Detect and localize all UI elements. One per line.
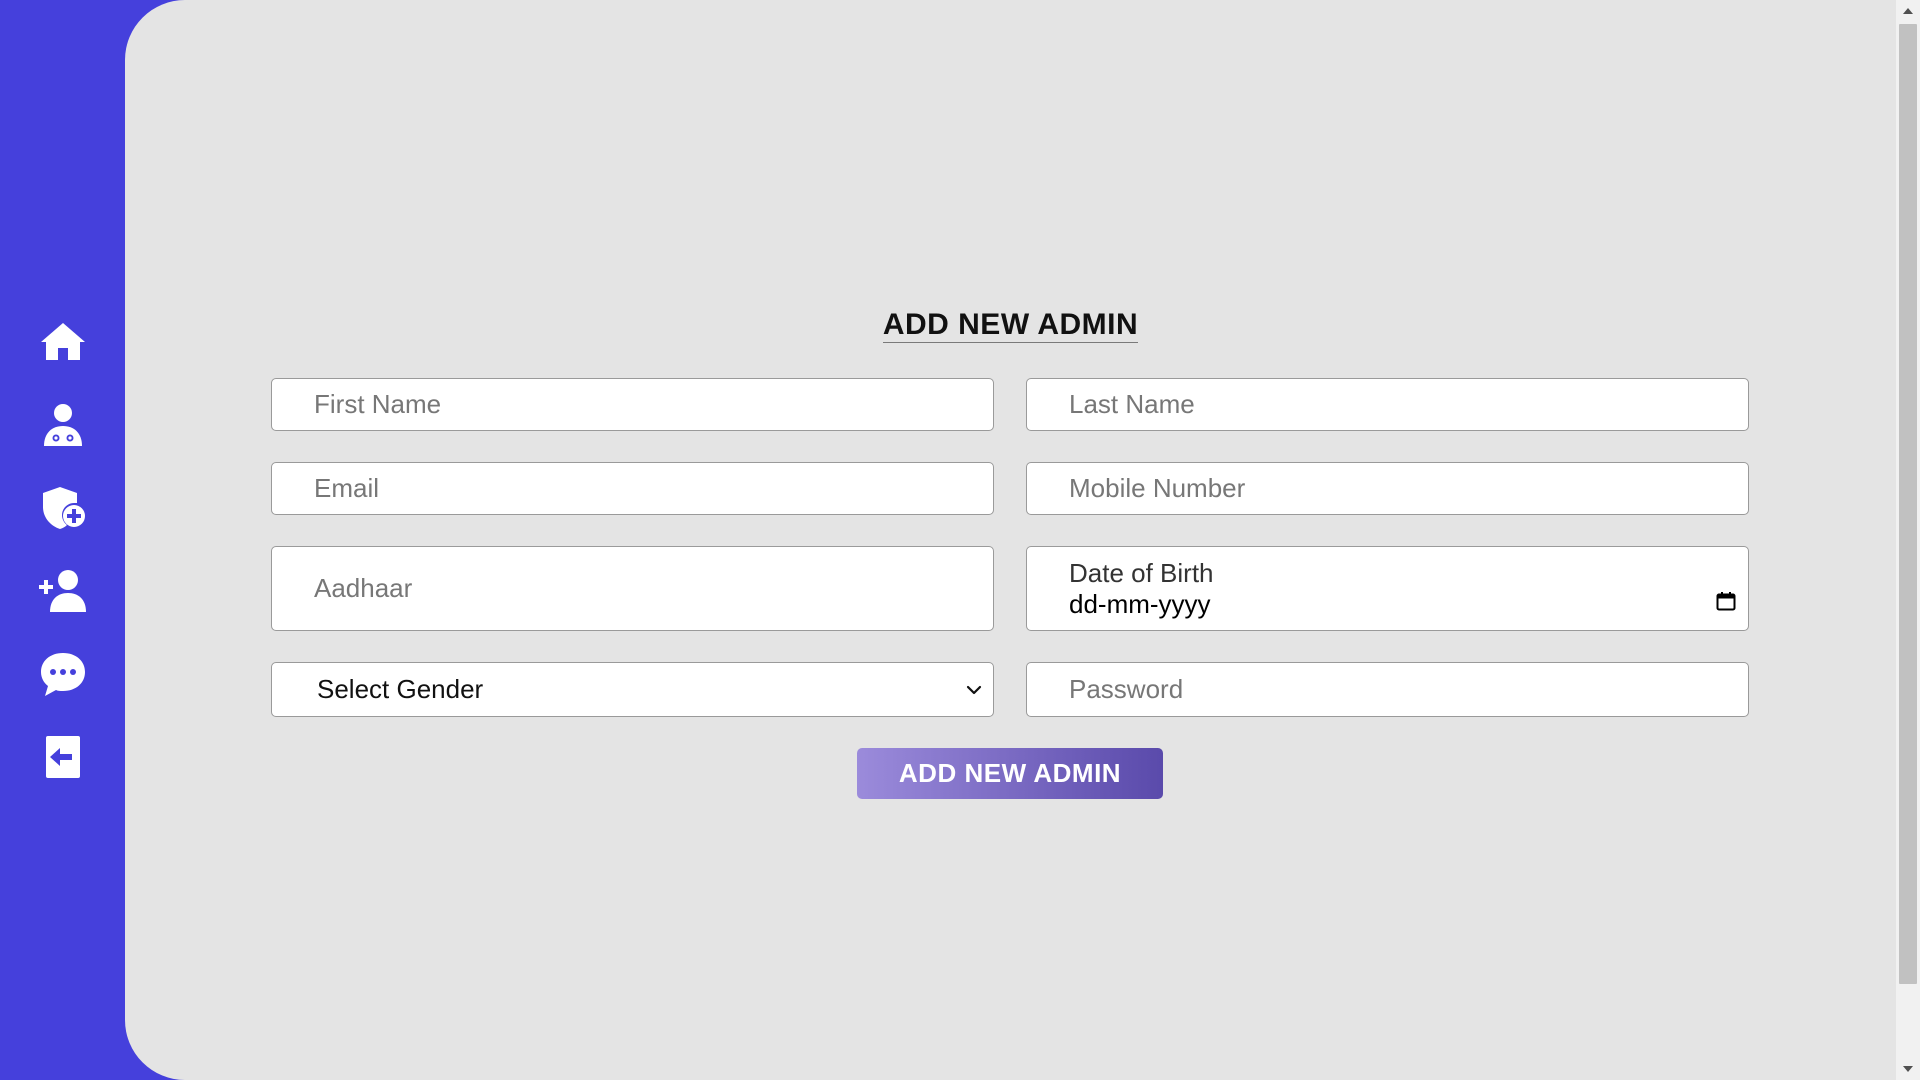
gender-selected-value: Select Gender	[317, 674, 484, 704]
password-field[interactable]: Password	[1026, 662, 1749, 717]
sidebar-item-messages[interactable]	[0, 632, 125, 715]
sidebar-item-doctors[interactable]	[0, 383, 125, 466]
sidebar-item-add-doctor[interactable]	[0, 466, 125, 549]
date-of-birth-value: dd-mm-yyyy	[1069, 588, 1211, 619]
chevron-down-icon	[966, 685, 982, 694]
sidebar-item-add-admin[interactable]	[0, 549, 125, 632]
add-new-admin-button[interactable]: ADD NEW ADMIN	[857, 748, 1163, 799]
page-title: ADD NEW ADMIN	[125, 308, 1896, 343]
logout-icon	[45, 735, 80, 778]
chat-icon	[40, 652, 85, 696]
first-name-field[interactable]: First Name	[271, 378, 994, 431]
scroll-thumb[interactable]	[1899, 24, 1917, 984]
aadhaar-field[interactable]: Aadhaar	[271, 546, 994, 631]
aadhaar-placeholder: Aadhaar	[314, 573, 413, 603]
gender-select[interactable]: Select Gender	[271, 662, 994, 717]
mobile-number-field[interactable]: Mobile Number	[1026, 462, 1749, 515]
page-title-text: ADD NEW ADMIN	[882, 308, 1139, 343]
scroll-up-button[interactable]	[1896, 0, 1920, 22]
mobile-number-placeholder: Mobile Number	[1069, 473, 1246, 503]
first-name-placeholder: First Name	[314, 389, 442, 419]
doctor-icon	[43, 403, 82, 446]
user-plus-icon	[38, 569, 86, 612]
scroll-down-button[interactable]	[1896, 1058, 1920, 1080]
last-name-placeholder: Last Name	[1069, 389, 1195, 419]
main-content: ADD NEW ADMIN First Name Last Name Email…	[125, 0, 1896, 1080]
scroll-up-arrow-icon	[1903, 8, 1913, 14]
email-placeholder: Email	[314, 473, 380, 503]
home-icon	[40, 322, 85, 360]
date-of-birth-label: Date of Birth	[1069, 557, 1214, 588]
last-name-field[interactable]: Last Name	[1026, 378, 1749, 431]
sidebar	[0, 0, 125, 1080]
date-of-birth-field[interactable]: Date of Birth dd-mm-yyyy	[1026, 546, 1749, 631]
email-field[interactable]: Email	[271, 462, 994, 515]
password-placeholder: Password	[1069, 674, 1184, 704]
sidebar-item-logout[interactable]	[0, 715, 125, 798]
sidebar-item-home[interactable]	[0, 300, 125, 383]
scrollbar[interactable]	[1896, 0, 1920, 1080]
calendar-icon[interactable]	[1716, 591, 1736, 611]
scroll-down-arrow-icon	[1903, 1066, 1913, 1072]
sidebar-nav	[0, 300, 125, 798]
shield-plus-icon	[42, 486, 85, 529]
